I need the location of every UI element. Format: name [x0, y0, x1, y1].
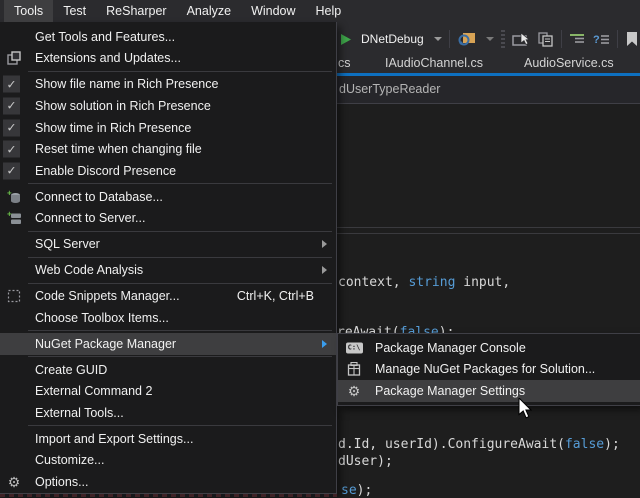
console-icon: C:\ [344, 342, 364, 353]
find-in-files-icon[interactable] [457, 31, 476, 47]
submenu-arrow-icon [322, 266, 327, 274]
menu-separator [28, 231, 332, 232]
menubar-item-resharper[interactable]: ReSharper [96, 0, 176, 22]
tab-strip-accent-line [337, 73, 640, 76]
submenu-item-package-manager-console[interactable]: C:\ Package Manager Console [338, 337, 640, 359]
snippets-icon [3, 289, 25, 303]
menubar-item-help[interactable]: Help [306, 0, 352, 22]
extensions-icon [3, 51, 25, 65]
menu-item-choose-toolbox-items[interactable]: Choose Toolbox Items... [0, 307, 336, 329]
menu-item-extensions-and-updates[interactable]: Extensions and Updates... [0, 48, 336, 70]
tools-menu: Get Tools and Features... Extensions and… [0, 22, 337, 494]
editor-breadcrumb-bar[interactable]: dUserTypeReader [337, 76, 640, 104]
menu-item-web-code-analysis[interactable]: Web Code Analysis [0, 259, 336, 281]
tab-partial[interactable]: cs [338, 56, 351, 70]
code-line-tail: se); [341, 484, 372, 498]
menu-item-options[interactable]: ⚙ Options... [0, 471, 336, 493]
gear-icon: ⚙ [344, 384, 364, 398]
menubar-item-tools[interactable]: Tools [4, 0, 53, 22]
menu-item-external-command-2[interactable]: External Command 2 [0, 381, 336, 403]
menubar-item-window[interactable]: Window [241, 0, 305, 22]
server-add-icon: + [3, 211, 25, 226]
submenu-item-manage-nuget-packages[interactable]: Manage NuGet Packages for Solution... [338, 359, 640, 381]
menubar-item-test[interactable]: Test [53, 0, 96, 22]
menu-separator [28, 71, 332, 72]
menu-item-connect-to-server[interactable]: + Connect to Server... [0, 208, 336, 230]
nuget-package-manager-submenu: C:\ Package Manager Console Manage NuGet… [337, 333, 640, 406]
toolbar-grip [501, 30, 505, 48]
submenu-arrow-icon [322, 240, 327, 248]
tab-iaudiochannel[interactable]: IAudioChannel.cs [385, 56, 483, 70]
mouse-cursor [518, 398, 533, 425]
checkmark-icon: ✓ [3, 119, 20, 136]
menu-item-enable-discord-presence[interactable]: ✓ Enable Discord Presence [0, 160, 336, 182]
menu-separator [28, 183, 332, 184]
submenu-arrow-icon [322, 340, 327, 348]
menu-separator [28, 330, 332, 331]
navigate-selection-icon[interactable] [512, 32, 530, 47]
checkmark-icon: ✓ [3, 97, 20, 114]
menu-shortcut-label: Ctrl+K, Ctrl+B [237, 289, 328, 303]
menu-item-customize[interactable]: Customize... [0, 450, 336, 472]
svg-text:+: + [7, 189, 12, 197]
code-line-signature: context, string input, [338, 276, 510, 290]
run-button[interactable] [340, 33, 352, 46]
editor-splitter-line [337, 233, 640, 234]
checkmark-icon: ✓ [3, 76, 20, 93]
find-dropdown-icon[interactable] [486, 37, 494, 41]
tab-audioservice[interactable]: AudioService.cs [524, 56, 614, 70]
menubar-item-analyze[interactable]: Analyze [177, 0, 241, 22]
editor-splitter-line [337, 227, 640, 228]
menu-item-external-tools[interactable]: External Tools... [0, 402, 336, 424]
menu-item-show-file-name[interactable]: ✓ Show file name in Rich Presence [0, 74, 336, 96]
packages-icon [344, 362, 364, 376]
svg-text:+: + [7, 211, 12, 219]
menu-item-create-guid[interactable]: Create GUID [0, 359, 336, 381]
menu-item-code-snippets-manager[interactable]: Code Snippets Manager... Ctrl+K, Ctrl+B [0, 285, 336, 307]
menu-item-sql-server[interactable]: SQL Server [0, 233, 336, 255]
menu-item-show-solution[interactable]: ✓ Show solution in Rich Presence [0, 95, 336, 117]
checkmark-icon: ✓ [3, 162, 20, 179]
code-line-configureawait: d.Id, userId).ConfigureAwait(false); [338, 438, 620, 452]
svg-text:?: ? [593, 34, 600, 46]
checkmark-icon: ✓ [3, 141, 20, 158]
gear-icon: ⚙ [3, 475, 25, 489]
menu-separator [28, 257, 332, 258]
copy-lines-icon[interactable] [537, 31, 554, 47]
database-add-icon: + [3, 189, 25, 204]
menu-item-nuget-package-manager[interactable]: NuGet Package Manager [0, 333, 336, 355]
toolbar-separator [449, 30, 450, 48]
toolbar-separator [561, 30, 562, 48]
menu-separator [28, 425, 332, 426]
breadcrumb-type-label: dUserTypeReader [339, 82, 440, 96]
indent-icon[interactable] [569, 32, 586, 46]
submenu-item-package-manager-settings[interactable]: ⚙ Package Manager Settings [338, 380, 640, 402]
menu-item-show-time[interactable]: ✓ Show time in Rich Presence [0, 117, 336, 139]
code-line-duser: dUser); [338, 455, 393, 469]
menu-separator [28, 283, 332, 284]
menu-item-connect-to-database[interactable]: + Connect to Database... [0, 186, 336, 208]
bookmark-icon[interactable] [625, 31, 639, 47]
menu-bar: Tools Test ReSharper Analyze Window Help [0, 0, 640, 22]
document-tab-strip: cs IAudioChannel.cs AudioService.cs [337, 56, 640, 73]
run-config-dropdown-icon[interactable] [434, 37, 442, 41]
menu-item-get-tools-and-features[interactable]: Get Tools and Features... [0, 26, 336, 48]
toolbar-separator [617, 30, 618, 48]
menu-separator [28, 356, 332, 357]
menu-item-reset-time[interactable]: ✓ Reset time when changing file [0, 138, 336, 160]
comment-lines-icon[interactable]: ? [593, 32, 610, 46]
menu-item-import-export-settings[interactable]: Import and Export Settings... [0, 428, 336, 450]
standard-toolbar: DNetDebug ? [340, 25, 640, 53]
run-config-label[interactable]: DNetDebug [361, 32, 424, 46]
